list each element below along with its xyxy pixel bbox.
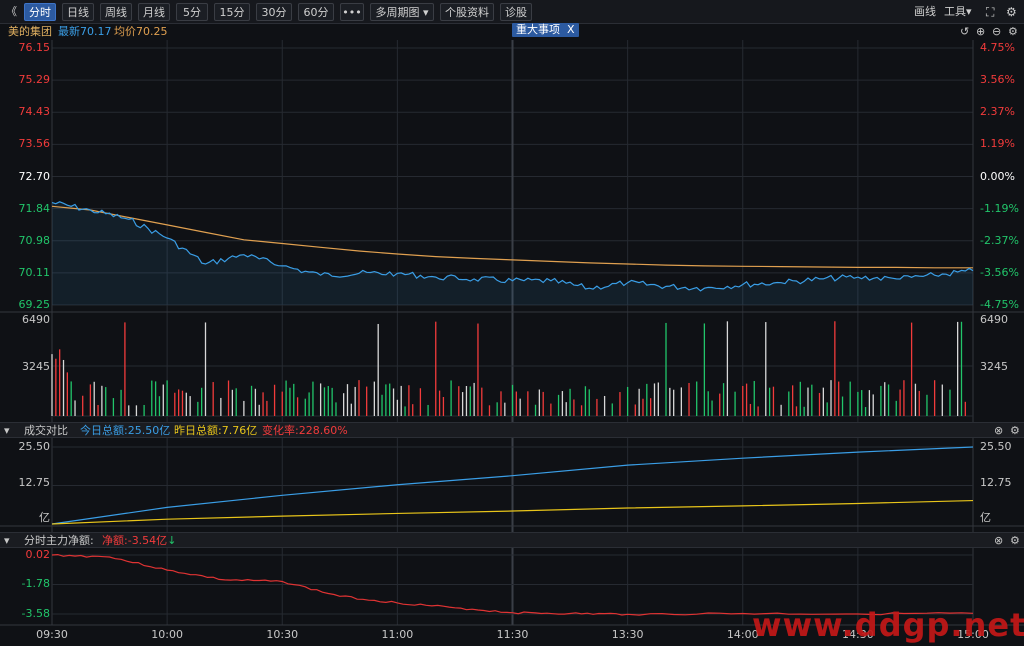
volume-axis-top-left: 6490 [22, 313, 50, 326]
time-tick-label: 10:00 [151, 628, 183, 641]
yesterday-turnover-label: 昨日总额: [174, 424, 222, 437]
time-tick-label: 11:00 [381, 628, 414, 641]
intraday-chart[interactable] [0, 0, 1024, 646]
percent-tick-label: 3.56% [980, 73, 1015, 87]
net-amount-label: 净额: [102, 534, 128, 547]
today-turnover: 今日总额:25.50亿 [80, 423, 170, 439]
volume-axis-mid-right: 3245 [980, 360, 1008, 373]
price-tick-label: 75.29 [18, 73, 51, 87]
net-amount: 净额:-3.54亿↓ [102, 533, 176, 549]
close-icon[interactable]: ⊗ [994, 533, 1003, 549]
settings-icon[interactable]: ⚙ [1010, 533, 1020, 549]
price-tick-label: 74.43 [18, 105, 51, 119]
collapse-icon[interactable]: ▾ [4, 423, 10, 439]
turnover-axis-mid-right: 12.75 [980, 476, 1012, 489]
site-watermark: www.ddgp.net [752, 606, 1024, 644]
turnover-axis-top-right: 25.50 [980, 440, 1012, 453]
price-tick-label: 70.11 [18, 265, 51, 279]
percent-tick-label: 4.75% [980, 41, 1015, 54]
time-tick-label: 10:30 [266, 628, 299, 641]
capital-axis-bottom: -3.58 [21, 607, 50, 620]
price-tick-label: 71.84 [18, 201, 51, 215]
percent-tick-label: 1.19% [980, 137, 1015, 151]
yesterday-turnover-value: 7.76亿 [221, 424, 258, 437]
turnover-axis-top-left: 25.50 [18, 440, 51, 453]
yesterday-turnover: 昨日总额:7.76亿 [174, 423, 257, 439]
close-icon[interactable]: ⊗ [994, 423, 1003, 439]
price-tick-label: 70.98 [18, 233, 51, 247]
today-turnover-label: 今日总额: [80, 424, 128, 437]
arrow-down-icon: ↓ [167, 534, 177, 547]
today-turnover-value: 25.50亿 [127, 424, 171, 437]
percent-tick-label: -3.56% [980, 265, 1019, 279]
turnover-panel-header: ▾ 成交对比 今日总额:25.50亿 昨日总额:7.76亿 变化率:228.60… [0, 422, 1024, 438]
price-tick-label: 72.70 [18, 169, 51, 183]
percent-tick-label: 2.37% [980, 105, 1015, 119]
price-tick-label: 73.56 [18, 137, 51, 151]
capital-title: 分时主力净额: [24, 534, 94, 547]
change-rate: 变化率:228.60% [262, 423, 348, 439]
time-tick-label: 11:30 [496, 628, 529, 641]
settings-icon[interactable]: ⚙ [1010, 423, 1020, 439]
turnover-axis-mid-left: 12.75 [18, 476, 51, 489]
volume-axis-mid-left: 3245 [22, 360, 50, 373]
collapse-icon[interactable]: ▾ [4, 533, 10, 549]
turnover-axis-unit-left: 亿 [39, 511, 50, 524]
capital-axis-top: 0.02 [25, 548, 51, 561]
percent-tick-label: -2.37% [980, 233, 1019, 247]
turnover-title: 成交对比 [24, 424, 68, 437]
percent-tick-label: -1.19% [980, 201, 1019, 215]
price-tick-label: 69.25 [18, 298, 51, 311]
net-amount-value: -3.54亿 [127, 534, 168, 547]
percent-tick-label: -4.75% [980, 298, 1019, 311]
volume-axis-top-right: 6490 [980, 313, 1008, 326]
change-rate-label: 变化率: [262, 424, 299, 437]
change-rate-value: 228.60% [298, 424, 348, 437]
turnover-axis-unit-right: 亿 [980, 511, 991, 524]
percent-tick-label: 0.00% [980, 169, 1015, 183]
capital-axis-mid: -1.78 [21, 577, 50, 590]
time-tick-label: 13:30 [611, 628, 644, 641]
time-tick-label: 09:30 [36, 628, 68, 641]
price-tick-label: 76.15 [18, 41, 51, 54]
capital-panel-header: ▾ 分时主力净额: 净额:-3.54亿↓ ⊗ ⚙ [0, 532, 1024, 548]
